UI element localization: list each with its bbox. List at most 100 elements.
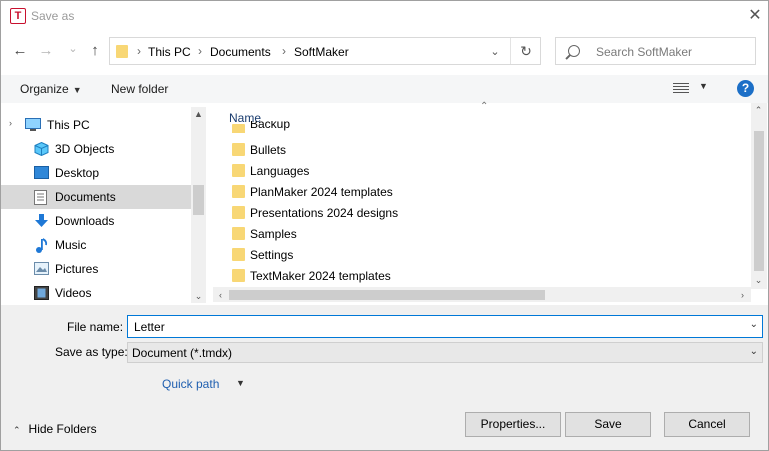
caret-down-icon: ▼ bbox=[72, 85, 82, 95]
sidebar-item-downloads[interactable]: Downloads bbox=[1, 209, 191, 233]
sidebar-item-videos[interactable]: Videos bbox=[1, 281, 191, 303]
address-bar[interactable]: › This PC › Documents › SoftMaker ⌄ ↻ bbox=[109, 37, 541, 65]
breadcrumb-documents[interactable]: Documents bbox=[210, 45, 271, 59]
sidebar-item-desktop[interactable]: Desktop bbox=[1, 161, 191, 185]
quick-path-link[interactable]: Quick path bbox=[162, 377, 219, 391]
folder-icon bbox=[232, 185, 245, 198]
sidebar-item-label: This PC bbox=[47, 118, 90, 132]
file-name-input[interactable] bbox=[132, 319, 736, 335]
sidebar-item-documents[interactable]: Documents bbox=[1, 185, 191, 209]
caret-down-icon[interactable]: ▼ bbox=[699, 81, 708, 91]
forward-arrow-icon[interactable]: → bbox=[37, 41, 55, 61]
help-icon[interactable]: ? bbox=[737, 80, 754, 97]
hide-folders-label: Hide Folders bbox=[28, 422, 97, 436]
save-button[interactable]: Save bbox=[565, 412, 651, 437]
sidebar-item-label: Downloads bbox=[55, 214, 115, 228]
sidebar-item-3d-objects[interactable]: 3D Objects bbox=[1, 137, 191, 161]
scroll-right-icon[interactable]: › bbox=[735, 288, 750, 302]
computer-icon bbox=[25, 118, 41, 132]
sidebar-item-music[interactable]: Music bbox=[1, 233, 191, 257]
search-icon bbox=[568, 45, 580, 57]
properties-button[interactable]: Properties... bbox=[465, 412, 561, 437]
file-label: PlanMaker 2024 templates bbox=[250, 185, 393, 199]
list-item[interactable]: TextMaker 2024 templates bbox=[209, 266, 746, 287]
list-item[interactable]: Settings bbox=[209, 245, 746, 266]
breadcrumb-separator[interactable]: › bbox=[198, 44, 202, 58]
caret-down-icon[interactable]: ▼ bbox=[236, 378, 245, 388]
refresh-icon[interactable]: ↻ bbox=[510, 38, 541, 64]
scroll-up-icon[interactable]: ▲ bbox=[191, 107, 206, 121]
sidebar-item-this-pc[interactable]: › This PC bbox=[1, 113, 191, 137]
chevron-up-icon: ⌃ bbox=[13, 425, 21, 435]
list-item[interactable]: Presentations 2024 designs bbox=[209, 203, 746, 224]
scroll-down-icon[interactable]: ⌄ bbox=[191, 289, 206, 303]
cube-icon bbox=[34, 141, 49, 157]
sidebar-item-pictures[interactable]: Pictures bbox=[1, 257, 191, 281]
recent-locations-icon[interactable]: ⌄ bbox=[64, 39, 82, 59]
folder-icon bbox=[232, 164, 245, 177]
video-icon bbox=[34, 286, 49, 300]
file-label: Presentations 2024 designs bbox=[250, 206, 399, 220]
organize-label: Organize bbox=[20, 82, 69, 96]
file-list-vertical-scrollbar[interactable]: ⌃ ⌄ bbox=[751, 103, 767, 289]
file-label: Languages bbox=[250, 164, 310, 178]
textmaker-app-icon: T bbox=[10, 8, 26, 24]
save-as-type-value: Document (*.tmdx) bbox=[132, 346, 233, 360]
list-item[interactable]: Backup bbox=[209, 121, 746, 133]
chevron-down-icon[interactable]: ⌄ bbox=[750, 319, 758, 330]
save-options-panel: File name: ⌄ Save as type: Document (*.t… bbox=[1, 305, 768, 450]
breadcrumb-separator[interactable]: › bbox=[282, 44, 286, 58]
file-list-horizontal-scrollbar[interactable]: ‹ › bbox=[213, 287, 751, 302]
sidebar-scrollbar[interactable]: ▲ ⌄ bbox=[191, 107, 206, 303]
download-icon bbox=[34, 214, 49, 228]
list-item[interactable]: PlanMaker 2024 templates bbox=[209, 182, 746, 203]
file-label: Settings bbox=[250, 248, 294, 262]
navigation-pane[interactable]: › This PC 3D Objects Desktop Documents D… bbox=[1, 107, 206, 303]
pictures-icon bbox=[34, 262, 49, 276]
command-bar: Organize ▼ New folder ▼ ? bbox=[1, 75, 768, 103]
file-label: TextMaker 2024 templates bbox=[250, 269, 391, 283]
sidebar-item-label: Music bbox=[55, 238, 87, 252]
new-folder-button[interactable]: New folder bbox=[111, 82, 168, 96]
back-arrow-icon[interactable]: ← bbox=[11, 41, 29, 61]
scrollbar-thumb[interactable] bbox=[754, 131, 764, 271]
file-name-combobox[interactable]: ⌄ bbox=[127, 315, 763, 338]
breadcrumb-separator[interactable]: › bbox=[137, 44, 141, 58]
folder-icon bbox=[232, 269, 245, 282]
desktop-icon bbox=[34, 166, 49, 180]
hide-folders-button[interactable]: ⌃ Hide Folders bbox=[13, 422, 97, 436]
scroll-up-icon[interactable]: ⌃ bbox=[751, 103, 766, 117]
scroll-down-icon[interactable]: ⌄ bbox=[751, 273, 766, 287]
cancel-button[interactable]: Cancel bbox=[664, 412, 750, 437]
sidebar-item-label: Videos bbox=[55, 286, 92, 300]
breadcrumb-this-pc[interactable]: This PC bbox=[148, 45, 191, 59]
sort-ascending-icon: ⌃ bbox=[480, 101, 489, 112]
organize-button[interactable]: Organize ▼ bbox=[20, 82, 82, 96]
folder-icon bbox=[232, 227, 245, 240]
file-list[interactable]: ⌃ Name Backup Bullets Languages PlanMake… bbox=[209, 101, 768, 303]
scroll-left-icon[interactable]: ‹ bbox=[213, 288, 228, 302]
view-options-icon[interactable] bbox=[673, 83, 689, 95]
save-as-type-select[interactable]: Document (*.tmdx) ⌄ bbox=[127, 342, 763, 363]
breadcrumb-softmaker[interactable]: SoftMaker bbox=[294, 45, 349, 59]
list-item[interactable]: Samples bbox=[209, 224, 746, 245]
sidebar-item-label: 3D Objects bbox=[55, 142, 115, 156]
list-item[interactable]: Bullets bbox=[209, 140, 746, 161]
up-arrow-icon[interactable]: ↑ bbox=[86, 41, 104, 61]
folder-icon bbox=[232, 206, 245, 219]
save-as-type-label: Save as type: bbox=[55, 345, 128, 359]
list-item[interactable]: Languages bbox=[209, 161, 746, 182]
expand-chevron-icon[interactable]: › bbox=[9, 118, 12, 128]
chevron-down-icon[interactable]: ⌄ bbox=[750, 346, 758, 357]
scrollbar-thumb[interactable] bbox=[193, 185, 204, 215]
sidebar-item-label: Desktop bbox=[55, 166, 100, 180]
chevron-down-icon[interactable]: ⌄ bbox=[486, 43, 504, 61]
file-label: Backup bbox=[250, 121, 291, 131]
search-placeholder[interactable]: Search SoftMaker bbox=[596, 45, 692, 59]
close-icon[interactable]: ✕ bbox=[745, 6, 765, 26]
document-icon bbox=[34, 190, 49, 205]
file-name-label: File name: bbox=[67, 320, 124, 334]
folder-icon bbox=[232, 248, 245, 261]
search-box[interactable]: Search SoftMaker bbox=[555, 37, 756, 65]
scrollbar-thumb[interactable] bbox=[229, 290, 545, 300]
